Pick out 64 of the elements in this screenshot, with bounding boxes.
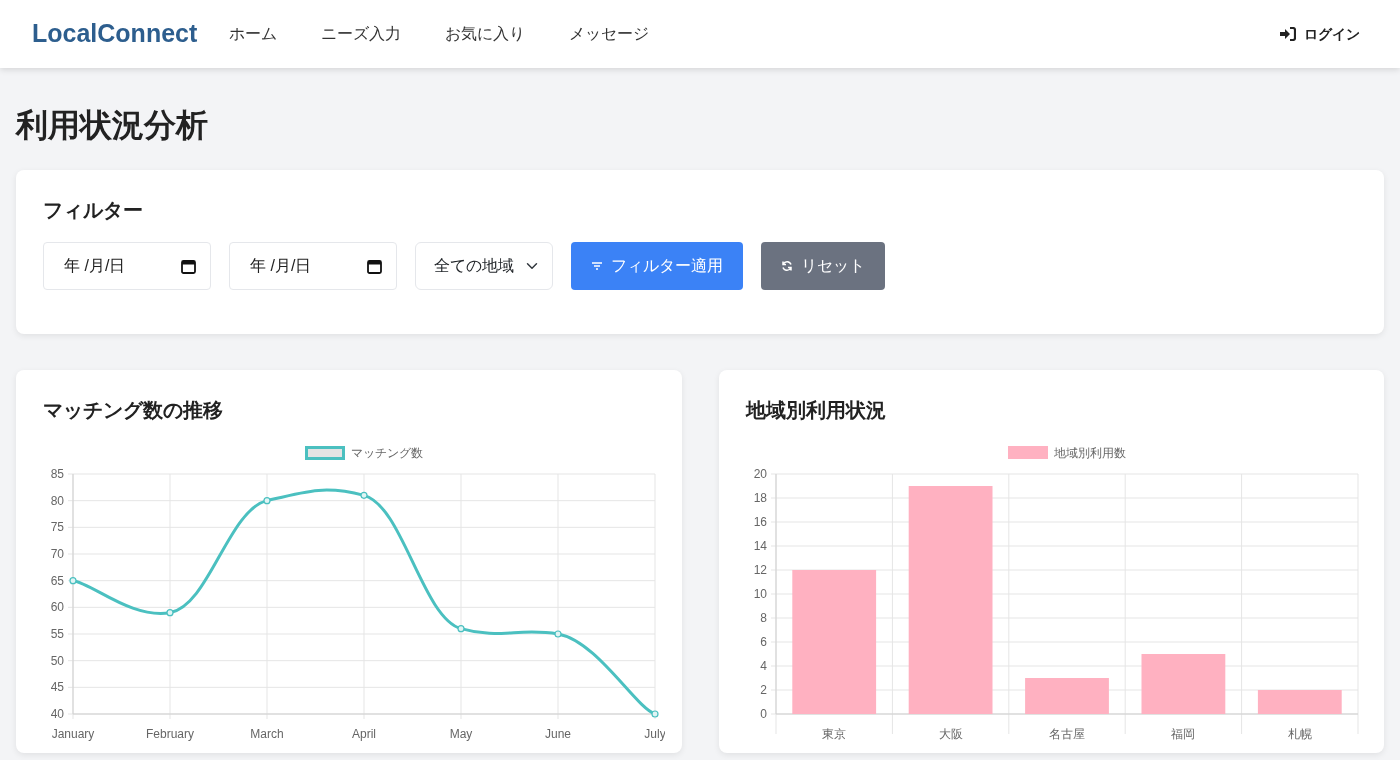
reset-button[interactable]: リセット xyxy=(761,242,885,291)
card-title: マッチング数の推移 xyxy=(43,398,224,423)
axis-tick-label: 0 xyxy=(759,707,767,722)
apply-filter-button[interactable]: フィルター適用 xyxy=(571,242,743,291)
axis-tick-label: 18 xyxy=(753,491,767,506)
axis-tick-label: 大阪 xyxy=(938,727,963,742)
axis-tick-label: 40 xyxy=(50,707,64,722)
axis-tick-label: April xyxy=(352,727,376,742)
data-point xyxy=(166,609,174,617)
nav-link[interactable]: メッセージ xyxy=(569,22,650,46)
login-icon xyxy=(1280,27,1296,41)
axis-tick-label: 名古屋 xyxy=(1048,727,1085,742)
page-title: 利用状況分析 xyxy=(16,106,209,145)
nav-link[interactable]: お気に入り xyxy=(445,22,526,46)
axis-tick-label: 65 xyxy=(50,574,64,589)
axis-tick-label: 45 xyxy=(50,680,64,695)
axis-tick-label: May xyxy=(449,727,473,742)
login-link[interactable]: ログイン xyxy=(1280,23,1360,45)
axis-tick-label: 2 xyxy=(759,683,767,698)
data-point xyxy=(651,710,659,718)
axis-tick-label: 8 xyxy=(759,611,767,626)
axis-tick-label: March xyxy=(250,727,284,742)
axis-tick-label: 60 xyxy=(50,600,64,615)
brand-logo[interactable]: LocalConnect xyxy=(32,15,198,53)
axis-tick-label: June xyxy=(545,727,571,742)
data-point xyxy=(457,625,465,633)
axis-tick-label: 50 xyxy=(50,654,64,669)
legend-swatch-icon xyxy=(305,446,345,461)
card-title: フィルター xyxy=(43,198,144,223)
nav-link[interactable]: ホーム xyxy=(229,22,278,46)
axis-tick-label: 札幌 xyxy=(1287,727,1312,742)
data-point xyxy=(69,577,77,585)
nav-link[interactable]: ニーズ入力 xyxy=(321,22,402,46)
data-point xyxy=(554,630,562,638)
axis-tick-label: 70 xyxy=(50,547,64,562)
axis-tick-label: 4 xyxy=(759,659,767,674)
date-field[interactable]: 年 /月/日 xyxy=(43,242,211,291)
legend-label: 地域別利用数 xyxy=(1053,446,1126,461)
axis-tick-label: 12 xyxy=(753,563,767,578)
date-field[interactable]: 年 /月/日 xyxy=(229,242,397,291)
legend-label: マッチング数 xyxy=(351,446,423,461)
axis-tick-label: 75 xyxy=(50,520,64,535)
axis-tick-label: 80 xyxy=(50,494,64,509)
data-point xyxy=(360,492,368,500)
axis-tick-label: 55 xyxy=(50,627,64,642)
axis-tick-label: January xyxy=(51,727,95,742)
axis-tick-label: February xyxy=(146,727,194,742)
region-select[interactable]: 全ての地域 xyxy=(415,242,553,291)
card-title: 地域別利用状況 xyxy=(745,398,887,423)
legend-swatch-icon xyxy=(1007,446,1048,460)
calendar-icon xyxy=(181,258,196,274)
axis-tick-label: 6 xyxy=(759,635,767,650)
axis-tick-label: 14 xyxy=(753,539,767,554)
axis-tick-label: 16 xyxy=(753,515,767,530)
data-point xyxy=(263,497,271,505)
axis-tick-label: 東京 xyxy=(821,727,846,742)
axis-tick-label: 福岡 xyxy=(1170,727,1195,742)
filter-icon xyxy=(591,261,603,272)
axis-tick-label: 85 xyxy=(50,467,64,482)
calendar-icon xyxy=(367,258,382,274)
axis-tick-label: 20 xyxy=(753,467,767,482)
axis-tick-label: 10 xyxy=(753,587,767,602)
axis-tick-label: July xyxy=(644,727,665,742)
refresh-icon xyxy=(781,260,793,273)
